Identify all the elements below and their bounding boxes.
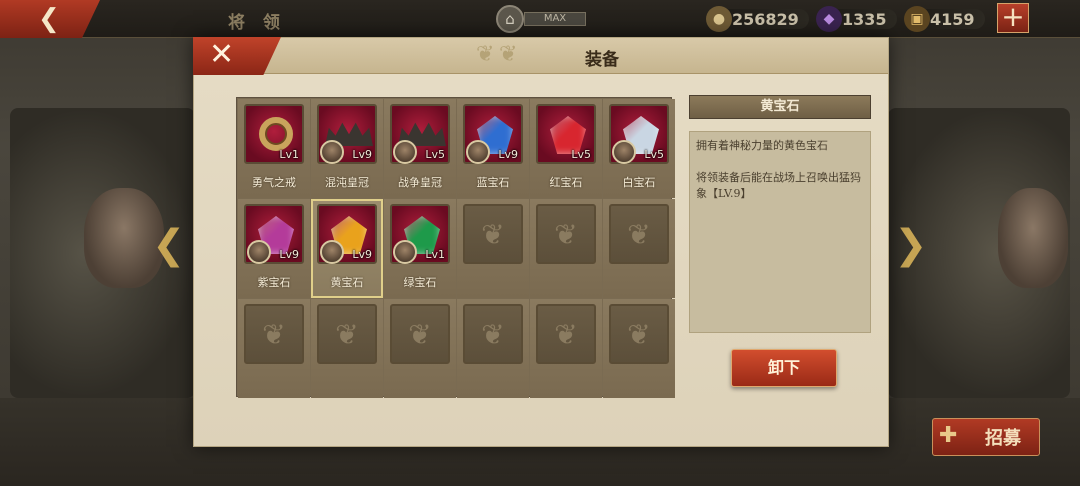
empty-slot-laurel-icon: ❦ — [463, 304, 523, 364]
recruit-button[interactable]: ✚ 招募 — [932, 418, 1040, 456]
equipment-slot[interactable]: Lv5 白宝石 — [603, 99, 675, 198]
prev-hero-arrow-icon[interactable]: ❮ — [152, 222, 186, 268]
temple-icon: ⌂ — [496, 5, 524, 33]
item-icon-frame: Lv9 — [463, 104, 523, 164]
recruit-icon: ✚ — [939, 423, 958, 448]
item-icon-frame: Lv5 — [390, 104, 450, 164]
empty-slot-laurel-icon: ❦ — [317, 304, 377, 364]
equipment-slot[interactable]: Lv9 黄宝石 — [311, 199, 383, 298]
equipment-slot[interactable]: ❦ — [603, 299, 675, 398]
item-name: 战争皇冠 — [398, 176, 442, 189]
item-icon-frame: Lv9 — [317, 104, 377, 164]
item-name: 紫宝石 — [257, 276, 291, 289]
item-level: Lv9 — [352, 148, 372, 161]
coin-counter: ● 256829 — [706, 6, 809, 32]
item-icon-frame: Lv9 — [244, 204, 304, 264]
page-title: 将 领 — [228, 13, 286, 33]
equipment-slot[interactable]: Lv9 蓝宝石 — [457, 99, 529, 198]
empty-slot-laurel-icon: ❦ — [536, 304, 596, 364]
modal-header: ❦ 装备 ❦ — [194, 38, 888, 74]
close-icon: ✕ — [209, 37, 235, 72]
detail-description: 拥有着神秘力量的黄色宝石 将领装备后能在战场上召唤出猛犸象【LV.9】 — [689, 131, 871, 333]
detail-title: 黄宝石 — [689, 95, 871, 119]
ring-icon — [259, 117, 293, 151]
empty-slot-laurel-icon: ❦ — [609, 304, 669, 364]
item-level: Lv5 — [644, 148, 664, 161]
equipment-slot[interactable]: Lv1 勇气之戒 — [238, 99, 310, 198]
detail-desc-line2: 将领装备后能在战场上召唤出猛犸象【LV.9】 — [696, 171, 861, 200]
chest-counter: ▣ 4159 — [904, 6, 985, 32]
equipped-hero-avatar — [320, 240, 344, 264]
equipment-slot[interactable]: Lv5 红宝石 — [530, 99, 602, 198]
item-icon-frame: Lv9 — [317, 204, 377, 264]
equipment-slot[interactable]: ❦ — [238, 299, 310, 398]
back-button[interactable]: ❮ — [0, 0, 100, 38]
item-level: Lv5 — [425, 148, 445, 161]
item-icon-frame: Lv1 — [244, 104, 304, 164]
next-hero-arrow-icon[interactable]: ❯ — [894, 222, 928, 268]
top-bar: ❮ 将 领 ⌂ MAX ● 256829 ◆ 1335 ▣ 4159 + — [0, 0, 1080, 38]
item-level: Lv1 — [279, 148, 299, 161]
item-name: 白宝石 — [622, 176, 656, 189]
item-icon-frame: Lv5 — [536, 104, 596, 164]
equipped-hero-avatar — [466, 140, 490, 164]
equipment-slot[interactable]: ❦ — [603, 199, 675, 298]
equipment-slot[interactable]: ❦ — [530, 299, 602, 398]
gem-counter: ◆ 1335 — [816, 6, 897, 32]
item-level: Lv9 — [352, 248, 372, 261]
equipment-slot[interactable]: ❦ — [384, 299, 456, 398]
item-icon-frame: Lv1 — [390, 204, 450, 264]
item-level: Lv5 — [571, 148, 591, 161]
plus-icon: + — [1001, 0, 1025, 33]
purple-gem-icon: ◆ — [816, 6, 842, 32]
equipment-slot[interactable]: Lv9 混沌皇冠 — [311, 99, 383, 198]
equipment-slot[interactable]: Lv5 战争皇冠 — [384, 99, 456, 198]
equipment-slot[interactable]: ❦ — [457, 299, 529, 398]
max-level-bar: MAX — [524, 12, 586, 26]
equipped-hero-avatar — [393, 240, 417, 264]
equipped-hero-avatar — [612, 140, 636, 164]
item-level: Lv1 — [425, 248, 445, 261]
item-name: 黄宝石 — [330, 276, 364, 289]
empty-slot-laurel-icon: ❦ — [609, 204, 669, 264]
item-name: 混沌皇冠 — [325, 176, 369, 189]
item-name: 绿宝石 — [403, 276, 437, 289]
equipment-slot[interactable]: Lv9 紫宝石 — [238, 199, 310, 298]
treasure-chest-icon: ▣ — [904, 6, 930, 32]
add-resource-button[interactable]: + — [997, 3, 1029, 33]
item-name: 勇气之戒 — [252, 176, 296, 189]
empty-slot-laurel-icon: ❦ — [244, 304, 304, 364]
item-icon-frame: Lv5 — [609, 104, 669, 164]
equipped-hero-avatar — [247, 240, 271, 264]
empty-slot-laurel-icon: ❦ — [536, 204, 596, 264]
item-level: Lv9 — [279, 248, 299, 261]
equipment-grid: Lv1 勇气之戒 Lv9 混沌皇冠 Lv5 战争皇冠 Lv9 蓝宝石 Lv5 红宝石 Lv5 白宝石 L… — [236, 97, 675, 398]
item-name: 蓝宝石 — [476, 176, 510, 189]
equipment-slot[interactable]: ❦ — [457, 199, 529, 298]
equipped-hero-avatar — [393, 140, 417, 164]
laurel-right-icon: ❦ — [499, 42, 518, 67]
detail-desc-line1: 拥有着神秘力量的黄色宝石 — [696, 139, 828, 152]
equipment-slot[interactable]: ❦ — [530, 199, 602, 298]
back-arrow-icon: ❮ — [38, 4, 60, 34]
coin-icon: ● — [706, 6, 732, 32]
equipment-slot[interactable]: Lv1 绿宝石 — [384, 199, 456, 298]
hero-face — [998, 188, 1068, 288]
item-level: Lv9 — [498, 148, 518, 161]
equipped-hero-avatar — [320, 140, 344, 164]
unequip-button[interactable]: 卸下 — [731, 349, 837, 387]
equipment-slot[interactable]: ❦ — [311, 299, 383, 398]
equipment-modal: ❦ 装备 ❦ ✕ Lv1 勇气之戒 Lv9 混沌皇冠 Lv5 战争皇冠 Lv9 蓝宝石 Lv5 红… — [193, 37, 889, 447]
empty-slot-laurel-icon: ❦ — [463, 204, 523, 264]
empty-slot-laurel-icon: ❦ — [390, 304, 450, 364]
item-name: 红宝石 — [549, 176, 583, 189]
